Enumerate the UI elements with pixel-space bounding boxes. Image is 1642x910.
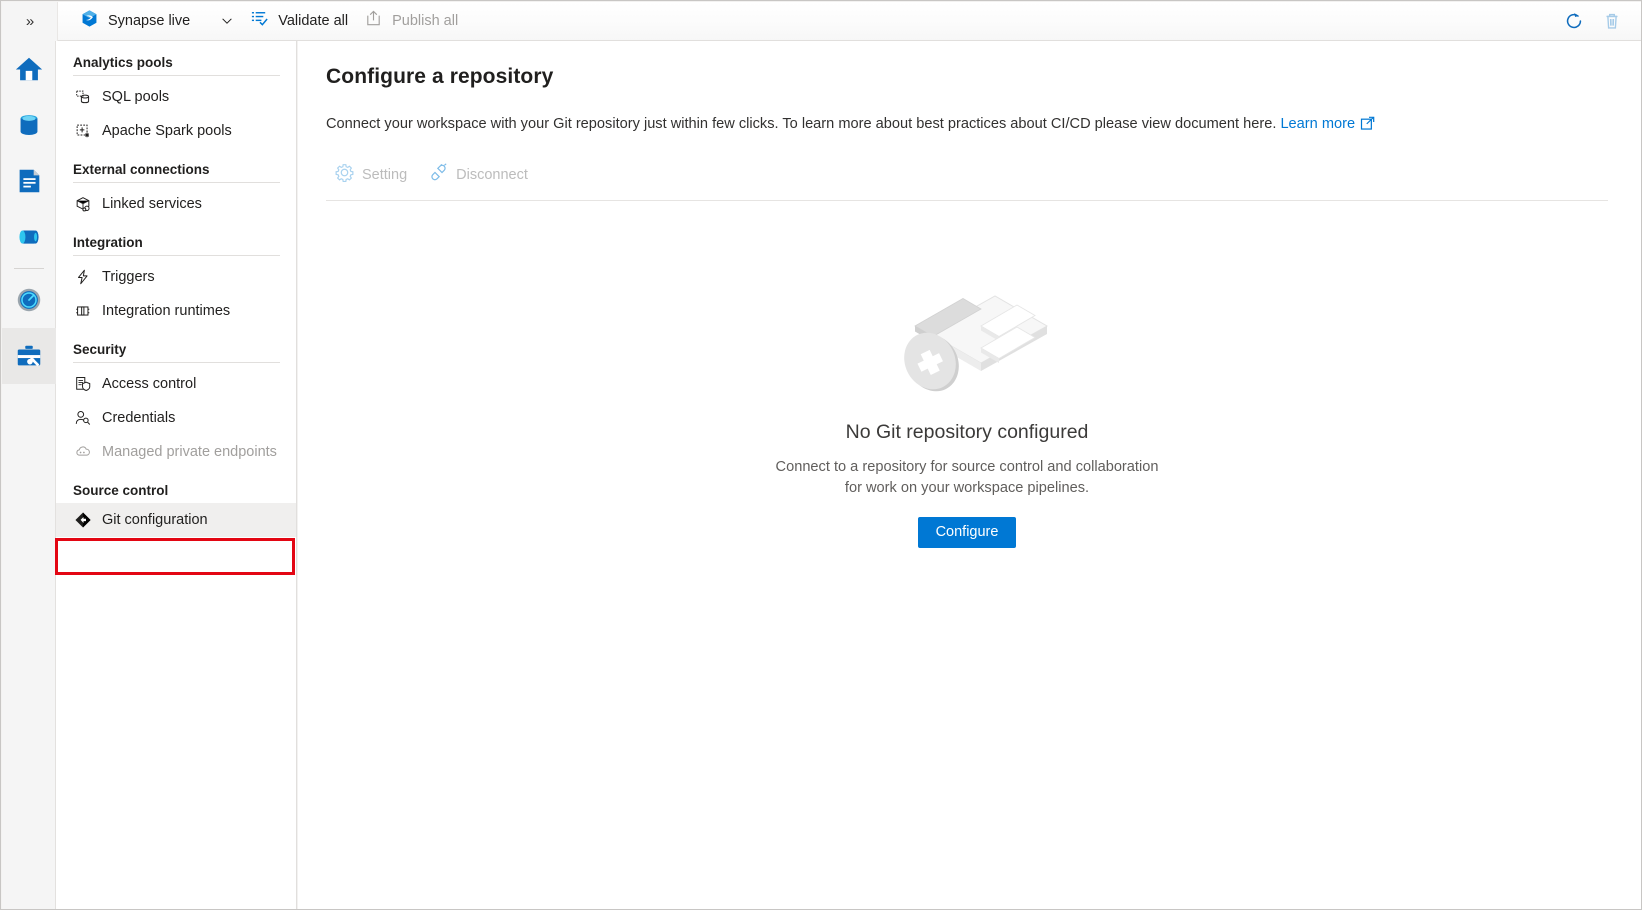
sql-pool-icon xyxy=(73,88,92,107)
synapse-studio-window: » Synapse live xyxy=(0,0,1642,910)
sidebar-item-apache-spark-pools[interactable]: Apache Spark pools xyxy=(56,114,296,148)
sidebar-label: Triggers xyxy=(102,269,155,285)
external-link-icon[interactable] xyxy=(1360,116,1375,137)
gear-icon xyxy=(335,163,354,187)
access-control-icon xyxy=(73,375,92,394)
synapse-hexagon-icon xyxy=(80,9,99,33)
empty-state-line-1: Connect to a repository for source contr… xyxy=(776,457,1159,478)
configure-button[interactable]: Configure xyxy=(918,517,1017,548)
rail-item-home[interactable] xyxy=(2,41,56,97)
toolbox-icon xyxy=(14,341,44,371)
sidebar-label: Integration runtimes xyxy=(102,303,230,319)
git-command-bar: Setting Disconnect xyxy=(326,159,1608,191)
home-icon xyxy=(14,54,44,84)
rail-item-integrate[interactable] xyxy=(2,209,56,265)
managed-private-endpoints-icon xyxy=(73,443,92,462)
setting-label: Setting xyxy=(362,167,407,183)
trash-icon xyxy=(1601,10,1623,32)
sidebar-label: Credentials xyxy=(102,410,175,426)
activity-rail xyxy=(2,41,56,910)
chevron-double-right-icon: » xyxy=(26,14,33,29)
document-icon xyxy=(14,166,44,196)
publish-all-button[interactable]: Publish all xyxy=(356,5,466,37)
database-icon xyxy=(14,110,44,140)
git-configuration-page: Configure a repository Connect your work… xyxy=(298,41,1642,910)
sidebar-label: Managed private endpoints xyxy=(102,444,277,460)
refresh-icon xyxy=(1563,10,1585,32)
command-bar-divider xyxy=(326,200,1608,201)
linked-services-icon xyxy=(73,195,92,214)
sidebar-label: Apache Spark pools xyxy=(102,123,232,139)
validate-all-label: Validate all xyxy=(278,13,348,29)
learn-more-link[interactable]: Learn more xyxy=(1280,116,1355,132)
git-icon xyxy=(73,511,92,530)
empty-state-line-2: for work on your workspace pipelines. xyxy=(776,478,1159,499)
monitor-gauge-icon xyxy=(14,285,44,315)
sidebar-label: Git configuration xyxy=(102,512,208,528)
nav-group-title-security: Security xyxy=(56,342,296,362)
integration-runtime-icon xyxy=(73,302,92,321)
sidebar-item-linked-services[interactable]: Linked services xyxy=(56,187,296,221)
validate-icon xyxy=(250,9,269,33)
no-repository-illustration xyxy=(877,263,1057,413)
branch-dropdown-button[interactable] xyxy=(214,8,240,34)
sidebar-label: Access control xyxy=(102,376,196,392)
nav-divider xyxy=(73,182,280,183)
sidebar-item-credentials[interactable]: Credentials xyxy=(56,401,296,435)
toolbar-right-group xyxy=(1558,5,1642,37)
page-title: Configure a repository xyxy=(326,65,1608,89)
validate-all-button[interactable]: Validate all xyxy=(242,5,356,37)
pipeline-icon xyxy=(14,222,44,252)
sidebar-item-integration-runtimes[interactable]: Integration runtimes xyxy=(56,294,296,328)
page-description: Connect your workspace with your Git rep… xyxy=(326,114,1608,137)
nav-divider xyxy=(73,75,280,76)
nav-group-title-analytics-pools: Analytics pools xyxy=(56,55,296,75)
page-description-text: Connect your workspace with your Git rep… xyxy=(326,116,1276,132)
sidebar-item-git-configuration[interactable]: Git configuration xyxy=(56,503,296,537)
sidebar-label: Linked services xyxy=(102,196,202,212)
sidebar-label: SQL pools xyxy=(102,89,169,105)
disconnect-icon xyxy=(429,163,448,187)
synapse-live-selector[interactable]: Synapse live xyxy=(72,5,198,37)
rail-item-manage[interactable] xyxy=(2,328,56,384)
empty-state: No Git repository configured Connect to … xyxy=(326,263,1608,548)
disconnect-button: Disconnect xyxy=(420,160,537,190)
credentials-icon xyxy=(73,409,92,428)
synapse-live-label: Synapse live xyxy=(108,13,190,29)
spark-pool-icon xyxy=(73,122,92,141)
nav-group-title-integration: Integration xyxy=(56,235,296,255)
nav-divider xyxy=(73,362,280,363)
publish-upload-icon xyxy=(364,9,383,33)
sidebar-item-access-control[interactable]: Access control xyxy=(56,367,296,401)
setting-button: Setting xyxy=(326,160,416,190)
publish-all-label: Publish all xyxy=(392,13,458,29)
trigger-icon xyxy=(73,268,92,287)
rail-item-monitor[interactable] xyxy=(2,272,56,328)
nav-group-title-external-connections: External connections xyxy=(56,162,296,182)
rail-item-data[interactable] xyxy=(2,97,56,153)
empty-state-description: Connect to a repository for source contr… xyxy=(776,457,1159,499)
empty-state-title: No Git repository configured xyxy=(846,421,1089,444)
delete-button[interactable] xyxy=(1596,5,1628,37)
rail-divider xyxy=(14,268,44,269)
sidebar-item-triggers[interactable]: Triggers xyxy=(56,260,296,294)
expand-navigation-button[interactable]: » xyxy=(2,2,58,41)
nav-group-title-source-control: Source control xyxy=(56,483,296,503)
rail-item-develop[interactable] xyxy=(2,153,56,209)
manage-nav-panel: Analytics pools SQL pools Apache Spa xyxy=(56,41,297,910)
refresh-button[interactable] xyxy=(1558,5,1590,37)
sidebar-item-managed-private-endpoints: Managed private endpoints xyxy=(56,435,296,469)
sidebar-item-sql-pools[interactable]: SQL pools xyxy=(56,80,296,114)
toolbar-left-group: Synapse live xyxy=(58,2,480,41)
top-toolbar: » Synapse live xyxy=(2,2,1642,41)
chevron-down-icon xyxy=(220,14,234,28)
disconnect-label: Disconnect xyxy=(456,167,528,183)
nav-divider xyxy=(73,255,280,256)
